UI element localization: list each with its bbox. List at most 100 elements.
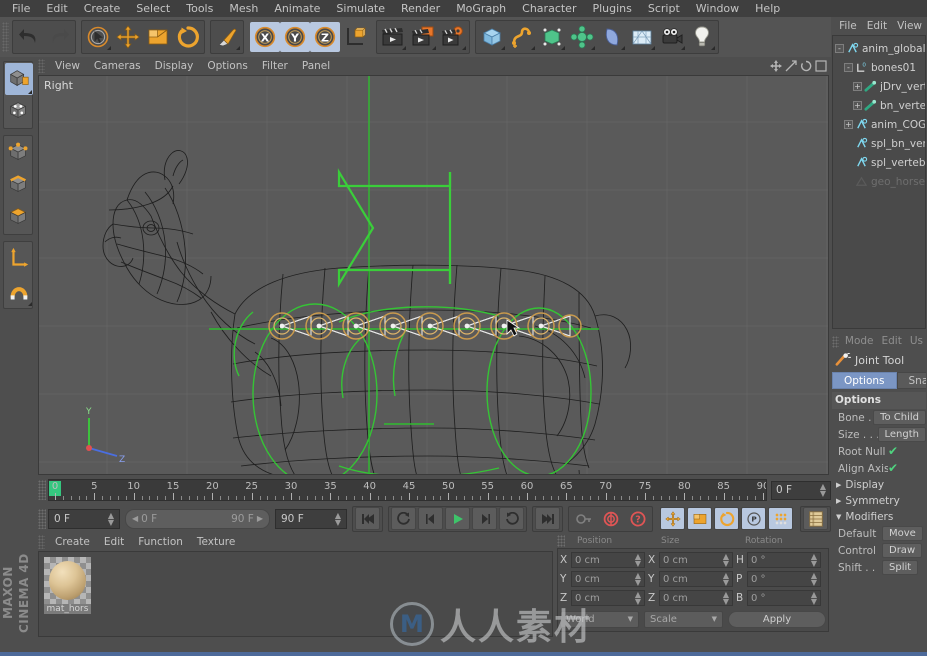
viewport-3d-canvas[interactable]: Right Y Z xyxy=(38,75,829,475)
viewport-menu-options[interactable]: Options xyxy=(200,57,255,75)
parameter-key-toggle[interactable]: P xyxy=(741,507,766,530)
paint-tool-button[interactable] xyxy=(212,22,242,52)
edge-mode-button[interactable] xyxy=(5,169,33,201)
menu-item-tools[interactable]: Tools xyxy=(178,0,221,17)
range-right-arrow-icon[interactable]: ▶ xyxy=(257,514,263,523)
menu-item-script[interactable]: Script xyxy=(640,0,688,17)
attribute-manager-grip[interactable] xyxy=(832,335,839,348)
add-cube-button[interactable] xyxy=(477,22,507,52)
polygon-mode-button[interactable] xyxy=(5,201,33,233)
menu-item-help[interactable]: Help xyxy=(747,0,788,17)
transport-grip[interactable] xyxy=(38,508,46,529)
menu-item-window[interactable]: Window xyxy=(688,0,747,17)
size-x-spinner[interactable]: ▲ ▼ xyxy=(723,553,729,568)
material-menu-edit[interactable]: Edit xyxy=(97,533,131,551)
default-value-button[interactable]: Move xyxy=(882,526,923,541)
material-list[interactable]: mat_hors xyxy=(38,551,553,637)
rotation-h-field[interactable]: 0 ° ▲ ▼ xyxy=(747,552,821,568)
menu-item-file[interactable]: File xyxy=(4,0,38,17)
size-y-spinner[interactable]: ▲ ▼ xyxy=(723,572,729,587)
tab-options[interactable]: Options xyxy=(832,372,897,389)
material-menu-texture[interactable]: Texture xyxy=(190,533,242,551)
coordinate-system-button[interactable] xyxy=(340,22,370,52)
position-x-field[interactable]: 0 cm ▲ ▼ xyxy=(571,552,645,568)
shift-value-button[interactable]: Split xyxy=(882,560,919,575)
current-frame-spinner[interactable]: ▲ ▼ xyxy=(820,483,826,498)
viewport-menu-filter[interactable]: Filter xyxy=(255,57,295,75)
go-to-previous-keyframe-button[interactable] xyxy=(391,507,416,530)
position-z-spinner[interactable]: ▲ ▼ xyxy=(635,591,641,606)
rotation-p-spinner[interactable]: ▲ ▼ xyxy=(811,572,817,587)
coordinate-system-dropdown[interactable]: World ▼ xyxy=(560,610,639,628)
toolbar-grip[interactable] xyxy=(2,22,9,52)
timeline-grip[interactable] xyxy=(38,480,46,500)
object-tree[interactable]: -anim_globalMo-0bones01+jDrv_verte+bn_ve… xyxy=(832,35,926,329)
material-item[interactable]: mat_hors xyxy=(44,557,91,615)
viewport-menu-display[interactable]: Display xyxy=(148,57,201,75)
collapse-icon[interactable]: - xyxy=(835,44,844,53)
menu-item-mograph[interactable]: MoGraph xyxy=(448,0,514,17)
tab-snap[interactable]: Snap xyxy=(896,372,926,389)
fold-display[interactable]: ▶ Display xyxy=(832,477,926,493)
object-axis-button[interactable] xyxy=(5,243,33,275)
object-tree-row[interactable]: spl_bn_vertebr xyxy=(833,134,925,153)
rotation-h-spinner[interactable]: ▲ ▼ xyxy=(811,553,817,568)
size-y-field[interactable]: 0 cm ▲ ▼ xyxy=(659,571,733,587)
add-environment-button[interactable] xyxy=(627,22,657,52)
rotate-view-icon[interactable] xyxy=(800,60,812,72)
render-to-picture-viewer-button[interactable] xyxy=(408,22,438,52)
step-back-button[interactable] xyxy=(418,507,443,530)
object-tree-row[interactable]: geo_horse01 xyxy=(833,172,925,191)
step-forward-button[interactable] xyxy=(472,507,497,530)
end-frame-spinner[interactable]: ▲ ▼ xyxy=(335,511,341,526)
scale-tool-button[interactable] xyxy=(143,22,173,52)
viewport-menu-panel[interactable]: Panel xyxy=(295,57,337,75)
range-left-arrow-icon[interactable]: ◀ xyxy=(132,514,138,523)
expand-icon[interactable]: + xyxy=(853,101,862,110)
size-x-field[interactable]: 0 cm ▲ ▼ xyxy=(659,552,733,568)
align-axis-checkbox[interactable]: ✔ xyxy=(888,462,900,475)
position-y-spinner[interactable]: ▲ ▼ xyxy=(635,572,641,587)
point-mode-button[interactable] xyxy=(5,137,33,169)
attribute-menu-mode[interactable]: Mode xyxy=(841,333,878,350)
expand-icon[interactable]: + xyxy=(853,82,862,91)
bone-value-button[interactable]: To Child xyxy=(873,410,926,425)
keyframe-selection-button[interactable]: ? xyxy=(625,507,650,530)
scale-view-icon[interactable] xyxy=(785,60,797,72)
loop-button[interactable] xyxy=(499,507,524,530)
menu-item-create[interactable]: Create xyxy=(76,0,129,17)
collapse-icon[interactable]: - xyxy=(844,63,853,72)
add-deformer-button[interactable] xyxy=(597,22,627,52)
material-grip[interactable] xyxy=(38,535,45,549)
coordinates-grip[interactable] xyxy=(557,534,565,547)
coordinate-mode-dropdown[interactable]: Scale ▼ xyxy=(644,610,723,628)
lock-y-axis-button[interactable]: Y xyxy=(280,22,310,52)
move-view-icon[interactable] xyxy=(770,60,782,72)
rotation-p-field[interactable]: 0 ° ▲ ▼ xyxy=(747,571,821,587)
end-frame-field[interactable]: 90 F ▲ ▼ xyxy=(275,508,347,529)
rotation-key-toggle[interactable] xyxy=(714,507,739,530)
object-tree-row[interactable]: spl_vertebraeC xyxy=(833,153,925,172)
live-selection-tool-button[interactable] xyxy=(83,22,113,52)
add-camera-button[interactable] xyxy=(657,22,687,52)
undo-button[interactable] xyxy=(14,22,44,52)
preview-range-slider[interactable]: ◀ 0 F 90 F ▶ xyxy=(125,508,270,529)
record-active-objects-button[interactable] xyxy=(598,507,623,530)
rotation-b-field[interactable]: 0 ° ▲ ▼ xyxy=(747,590,821,606)
menu-item-edit[interactable]: Edit xyxy=(38,0,75,17)
rotate-tool-button[interactable] xyxy=(173,22,203,52)
size-value-button[interactable]: Length xyxy=(877,427,926,442)
add-mograph-button[interactable] xyxy=(567,22,597,52)
menu-item-mesh[interactable]: Mesh xyxy=(221,0,266,17)
menu-item-render[interactable]: Render xyxy=(393,0,448,17)
maximize-view-icon[interactable] xyxy=(815,60,827,72)
attribute-menu-user[interactable]: Us xyxy=(906,333,927,350)
object-menu-view[interactable]: View xyxy=(892,17,927,35)
move-tool-button[interactable] xyxy=(113,22,143,52)
add-spline-button[interactable] xyxy=(507,22,537,52)
redo-button[interactable] xyxy=(44,22,74,52)
current-frame-field[interactable]: 0 F ▲ ▼ xyxy=(771,480,831,500)
position-z-field[interactable]: 0 cm ▲ ▼ xyxy=(571,590,645,606)
menu-item-simulate[interactable]: Simulate xyxy=(328,0,393,17)
rotation-b-spinner[interactable]: ▲ ▼ xyxy=(811,591,817,606)
